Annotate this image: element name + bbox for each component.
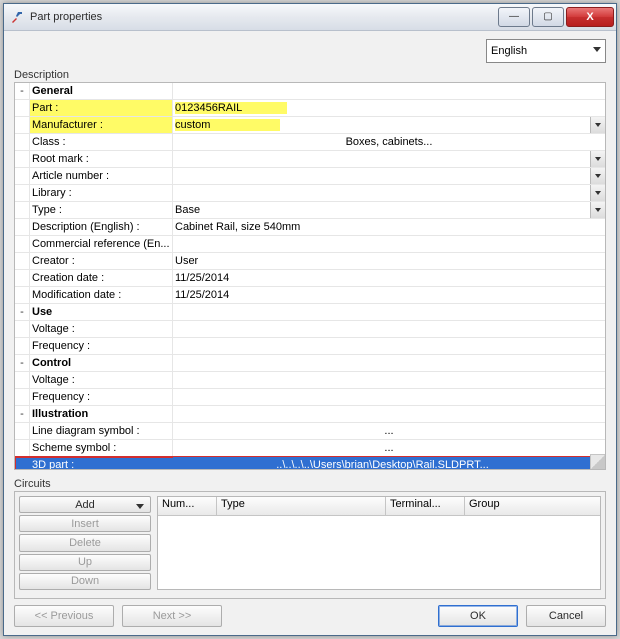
field-3d-part[interactable]: 3D part :..\..\..\..\Users\brian\Desktop… (15, 457, 605, 469)
field-commercial-ref[interactable]: Commercial reference (En... (15, 236, 605, 253)
field-use-frequency[interactable]: Frequency : (15, 338, 605, 355)
add-button[interactable]: Add (19, 496, 151, 513)
dropdown-icon[interactable] (590, 117, 605, 133)
up-button[interactable]: Up (19, 554, 151, 571)
minimize-icon: — (509, 12, 519, 22)
dropdown-icon[interactable] (590, 168, 605, 184)
previous-button[interactable]: << Previous (14, 605, 114, 627)
circuits-panel: Add Insert Delete Up Down Num... Type Te… (14, 491, 606, 599)
maximize-icon: ▢ (543, 12, 552, 22)
category-illustration[interactable]: -Illustration (15, 406, 605, 423)
description-label: Description (14, 69, 606, 81)
circuits-list[interactable]: Num... Type Terminal... Group (157, 496, 601, 590)
dialog-part-properties: Part properties — ▢ X English Descriptio… (3, 3, 617, 636)
collapse-icon[interactable]: - (15, 355, 30, 371)
field-manufacturer[interactable]: Manufacturer : custom (15, 117, 605, 134)
dropdown-icon[interactable] (590, 185, 605, 201)
nav-row: << Previous Next >> OK Cancel (14, 605, 606, 627)
dropdown-icon[interactable] (590, 202, 605, 218)
maximize-button[interactable]: ▢ (532, 7, 564, 27)
window-title: Part properties (30, 11, 102, 23)
col-type[interactable]: Type (217, 497, 386, 515)
col-terminal[interactable]: Terminal... (386, 497, 465, 515)
field-part[interactable]: Part : 0123456RAIL (15, 100, 605, 117)
collapse-icon[interactable]: - (15, 83, 30, 99)
window-buttons: — ▢ X (496, 7, 616, 27)
down-button[interactable]: Down (19, 573, 151, 590)
titlebar[interactable]: Part properties — ▢ X (4, 4, 616, 31)
category-use[interactable]: -Use (15, 304, 605, 321)
language-value: English (491, 45, 527, 57)
field-line-diagram-symbol[interactable]: Line diagram symbol :... (15, 423, 605, 440)
category-general[interactable]: - General (15, 83, 605, 100)
language-select[interactable]: English (486, 39, 606, 63)
field-root-mark[interactable]: Root mark : (15, 151, 605, 168)
field-article-number[interactable]: Article number : (15, 168, 605, 185)
field-control-frequency[interactable]: Frequency : (15, 389, 605, 406)
field-library[interactable]: Library : (15, 185, 605, 202)
collapse-icon[interactable]: - (15, 304, 30, 320)
dropdown-icon[interactable] (590, 151, 605, 167)
field-use-voltage[interactable]: Voltage : (15, 321, 605, 338)
field-scheme-symbol[interactable]: Scheme symbol :... (15, 440, 605, 457)
field-type[interactable]: Type :Base (15, 202, 605, 219)
category-control[interactable]: -Control (15, 355, 605, 372)
close-button[interactable]: X (566, 7, 614, 27)
resize-grip-icon[interactable] (590, 454, 605, 469)
close-icon: X (586, 12, 593, 23)
minimize-button[interactable]: — (498, 7, 530, 27)
circuits-label: Circuits (14, 478, 606, 490)
delete-button[interactable]: Delete (19, 534, 151, 551)
cancel-button[interactable]: Cancel (526, 605, 606, 627)
next-button[interactable]: Next >> (122, 605, 222, 627)
col-num[interactable]: Num... (158, 497, 217, 515)
ok-button[interactable]: OK (438, 605, 518, 627)
circuits-list-header: Num... Type Terminal... Group (158, 497, 600, 516)
col-group[interactable]: Group (465, 497, 533, 515)
field-class[interactable]: Class : Boxes, cabinets... (15, 134, 605, 151)
collapse-icon[interactable]: - (15, 406, 30, 422)
field-control-voltage[interactable]: Voltage : (15, 372, 605, 389)
field-creator[interactable]: Creator :User (15, 253, 605, 270)
field-description-en[interactable]: Description (English) :Cabinet Rail, siz… (15, 219, 605, 236)
property-grid: - General Part : 0123456RAIL Manufacture… (14, 82, 606, 470)
field-creation-date[interactable]: Creation date :11/25/2014 (15, 270, 605, 287)
field-modification-date[interactable]: Modification date :11/25/2014 (15, 287, 605, 304)
wrench-screwdriver-icon (10, 10, 24, 24)
client-area: English Description - General Part : 012… (4, 31, 616, 635)
insert-button[interactable]: Insert (19, 515, 151, 532)
